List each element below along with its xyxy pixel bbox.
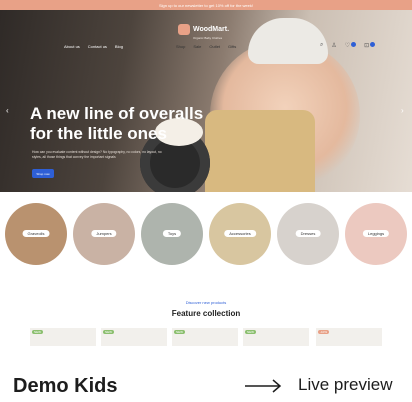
search-icon[interactable]: ⌕ xyxy=(320,42,323,49)
category-label: Dresses xyxy=(295,230,321,237)
nav-contact-us[interactable]: Contact us xyxy=(88,44,107,49)
arrow-right-icon[interactable] xyxy=(244,376,284,396)
cart-count-badge xyxy=(370,42,376,47)
product-badge: -10% xyxy=(318,330,330,334)
category-graveolls[interactable]: Graveolls xyxy=(5,203,67,265)
promo-text: Sign up to our newsletter to get 10% off… xyxy=(159,2,253,8)
carousel-next-arrow-icon[interactable]: › xyxy=(401,106,404,115)
shop-now-button[interactable]: Shop now xyxy=(32,169,54,178)
category-row: Graveolls Jumpers Toys Accessories Dress… xyxy=(0,203,412,265)
hero-title: A new line of overalls for the little on… xyxy=(30,104,204,143)
hero-banner: WoodMart. Organic Baby Clothes About us … xyxy=(0,10,412,192)
demo-title: Demo Kids xyxy=(13,375,118,397)
logo-tagline: Organic Baby Clothes xyxy=(193,36,223,40)
category-accessories[interactable]: Accessories xyxy=(209,203,271,265)
category-toys[interactable]: Toys xyxy=(141,203,203,265)
section-kicker: Discover new products xyxy=(185,300,227,305)
product-card[interactable]: NEW xyxy=(101,328,167,346)
heart-icon[interactable]: ♡ xyxy=(345,42,357,49)
category-label: Jumpers xyxy=(91,230,117,237)
user-icon[interactable]: ♙ xyxy=(331,42,336,49)
category-label: Accessories xyxy=(224,230,256,237)
nav-outlet[interactable]: Outlet xyxy=(209,44,220,49)
product-badge: NEW xyxy=(32,330,43,334)
category-leggings[interactable]: Leggings xyxy=(345,203,407,265)
main-nav: Shop Sale Outlet Gifts xyxy=(176,44,236,49)
nav-blog[interactable]: Blog xyxy=(115,44,123,49)
hero-image-overall xyxy=(205,110,315,192)
product-row: NEW NEW NEW NEW -10% xyxy=(30,328,382,346)
product-badge: NEW xyxy=(103,330,114,334)
category-jumpers[interactable]: Jumpers xyxy=(73,203,135,265)
site-logo[interactable]: WoodMart. xyxy=(178,24,229,35)
promo-bar: Sign up to our newsletter to get 10% off… xyxy=(0,0,412,10)
category-label: Leggings xyxy=(362,230,390,237)
top-nav-left: About us Contact us Blog xyxy=(64,44,123,49)
category-label: Toys xyxy=(162,230,182,237)
live-preview-link[interactable]: Live preview xyxy=(298,375,393,395)
carousel-prev-arrow-icon[interactable]: ‹ xyxy=(6,106,9,115)
header-icons: ⌕ ♙ ♡ ⊡ xyxy=(320,42,376,49)
product-badge: NEW xyxy=(174,330,185,334)
bear-logo-icon xyxy=(178,24,190,35)
wishlist-count-badge xyxy=(351,42,357,47)
product-badge: NEW xyxy=(245,330,256,334)
cart-icon[interactable]: ⊡ xyxy=(364,42,376,49)
nav-about-us[interactable]: About us xyxy=(64,44,80,49)
logo-text: WoodMart. xyxy=(193,26,230,33)
product-card[interactable]: NEW xyxy=(243,328,309,346)
section-title: Feature collection xyxy=(171,309,241,318)
hero-image-hat xyxy=(248,18,328,64)
nav-sale[interactable]: Sale xyxy=(193,44,201,49)
category-label: Graveolls xyxy=(22,230,50,237)
product-card[interactable]: NEW xyxy=(30,328,96,346)
nav-shop[interactable]: Shop xyxy=(176,44,185,49)
nav-gifts[interactable]: Gifts xyxy=(228,44,236,49)
category-dresses[interactable]: Dresses xyxy=(277,203,339,265)
product-card[interactable]: -10% xyxy=(316,328,382,346)
product-card[interactable]: NEW xyxy=(172,328,238,346)
hero-description: How can you evaluate content without des… xyxy=(32,150,162,159)
